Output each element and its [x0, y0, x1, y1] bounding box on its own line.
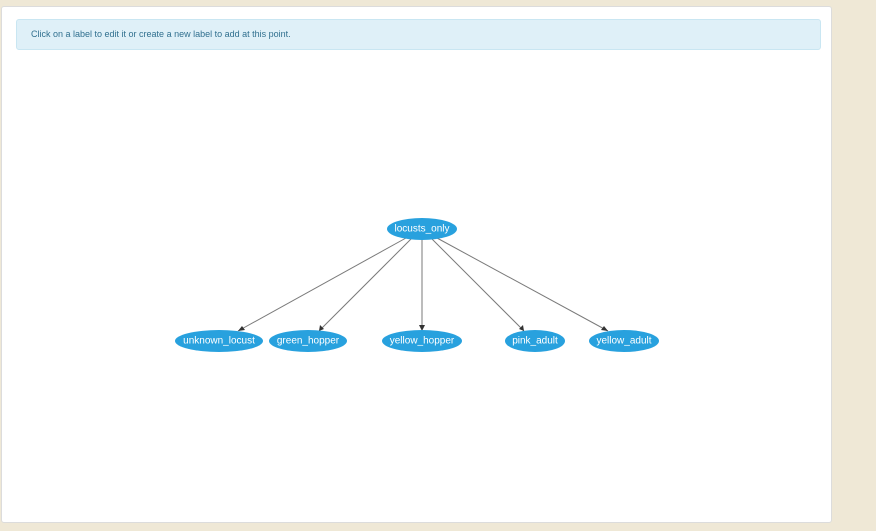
node-green-hopper[interactable]: green_hopper: [269, 330, 347, 352]
node-yellow-adult[interactable]: yellow_adult: [589, 330, 659, 352]
edge-locusts-only-pink-adult: [430, 237, 525, 332]
node-label-green-hopper[interactable]: green_hopper: [277, 336, 340, 347]
edges: [237, 237, 609, 332]
label-tree-diagram: locusts_only unknown_locust green_hopper…: [175, 218, 659, 352]
node-label-yellow-hopper[interactable]: yellow_hopper: [390, 336, 455, 347]
edge-locusts-only-yellow-hopper: [419, 239, 425, 331]
edge-locusts-only-yellow-adult: [436, 237, 609, 332]
edge-locusts-only-unknown-locust: [237, 237, 407, 332]
node-label-pink-adult[interactable]: pink_adult: [512, 336, 558, 347]
edge-locusts-only-green-hopper: [318, 237, 413, 332]
node-locusts-only[interactable]: locusts_only: [387, 218, 457, 240]
node-label-yellow-adult[interactable]: yellow_adult: [596, 336, 651, 347]
node-pink-adult[interactable]: pink_adult: [505, 330, 565, 352]
node-label-locusts-only[interactable]: locusts_only: [394, 224, 449, 235]
node-label-unknown-locust[interactable]: unknown_locust: [183, 336, 255, 347]
node-unknown-locust[interactable]: unknown_locust: [175, 330, 263, 352]
node-yellow-hopper[interactable]: yellow_hopper: [382, 330, 462, 352]
